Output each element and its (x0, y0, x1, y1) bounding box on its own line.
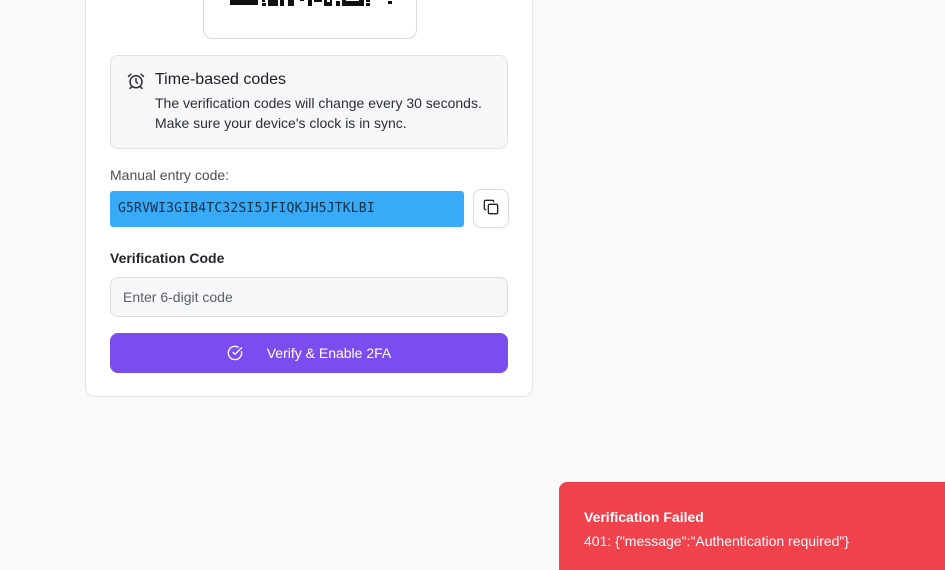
verification-code-label: Verification Code (110, 250, 225, 266)
toast-title: Verification Failed (584, 509, 704, 525)
qr-code-frame (203, 0, 417, 39)
copy-icon (483, 199, 499, 218)
toast-message: 401: {"message":"Authentication required… (584, 533, 850, 549)
notice-title: Time-based codes (155, 71, 287, 88)
verify-enable-2fa-button[interactable]: Verify & Enable 2FA (110, 333, 508, 373)
notice-text: The verification codes will change every… (155, 95, 482, 131)
qr-code-image (230, 0, 392, 6)
check-circle-icon (227, 345, 243, 361)
verify-button-label: Verify & Enable 2FA (266, 345, 392, 361)
verification-code-input[interactable] (110, 277, 508, 317)
time-based-codes-notice: Time-based codes The verification codes … (110, 55, 508, 149)
alarm-clock-icon (127, 72, 145, 90)
two-factor-setup-card: Time-based codes The verification codes … (85, 0, 533, 397)
manual-entry-label: Manual entry code: (110, 167, 230, 183)
manual-entry-code[interactable]: G5RVWI3GIB4TC32SI5JFIQKJH5JTKLBI (110, 191, 464, 227)
copy-code-button[interactable] (473, 189, 509, 228)
error-toast[interactable]: Verification Failed 401: {"message":"Aut… (559, 482, 945, 570)
